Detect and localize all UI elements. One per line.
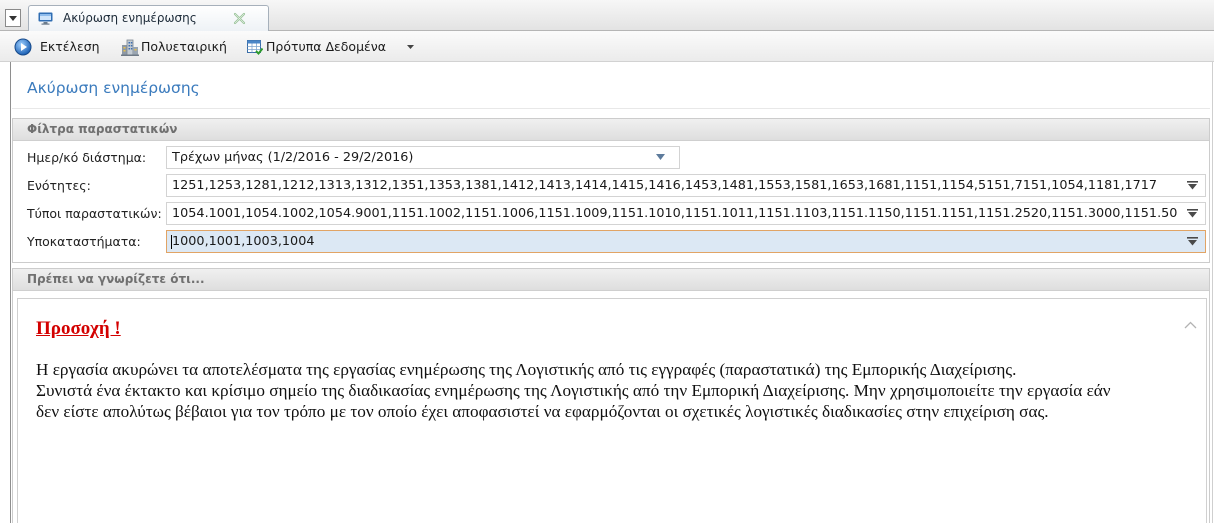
multi-select-icon[interactable]	[1187, 237, 1198, 246]
document-types-field[interactable]: 1054.1001,1054.1002,1054.9001,1151.1002,…	[166, 202, 1206, 225]
document-types-value: 1054.1001,1054.1002,1054.9001,1151.1002,…	[172, 206, 1178, 221]
play-icon	[14, 38, 32, 55]
info-panel-header: Πρέπει να γνωρίζετε ότι...	[13, 269, 1209, 291]
sections-field[interactable]: 1251,1253,1281,1212,1313,1312,1351,1353,…	[166, 174, 1206, 197]
data-templates-button[interactable]: Πρότυπα Δεδομένα	[247, 36, 386, 57]
sections-value: 1251,1253,1281,1212,1313,1312,1351,1353,…	[172, 178, 1158, 193]
app-window: Ακύρωση ενημέρωσης Εκτέλεση Πολυεταιρική…	[0, 0, 1214, 523]
branches-row: Υποκαταστήματα: 1000,1001,1003,1004	[13, 230, 1209, 254]
table-icon	[247, 39, 263, 55]
info-text-line: δεν είστε απολύτως βέβαιοι για τον τρόπο…	[36, 402, 1049, 421]
date-range-dropdown[interactable]: Τρέχων μήνας (1/2/2016 - 29/2/2016)	[166, 146, 680, 169]
filters-panel-header: Φίλτρα παραστατικών	[13, 119, 1209, 141]
branches-field[interactable]: 1000,1001,1003,1004	[166, 230, 1206, 253]
branches-label: Υποκαταστήματα:	[27, 234, 141, 249]
title-divider	[12, 108, 1210, 109]
chevron-down-icon	[9, 15, 17, 21]
multi-select-icon[interactable]	[1187, 181, 1198, 190]
tab-list-button[interactable]	[5, 9, 21, 27]
document-types-label: Τύποι παραστατικών:	[27, 206, 162, 221]
chevron-down-icon	[406, 45, 414, 49]
toolbar: Εκτέλεση Πολυεταιρική Πρότυπα Δεδομένα	[0, 31, 1214, 62]
document-types-row: Τύποι παραστατικών: 1054.1001,1054.1002,…	[13, 202, 1209, 226]
multi-company-button[interactable]: Πολυεταιρική	[121, 36, 227, 57]
data-templates-label: Πρότυπα Δεδομένα	[266, 39, 387, 54]
window-right-border	[1212, 62, 1213, 523]
branches-value: 1000,1001,1003,1004	[172, 234, 315, 249]
data-templates-dropdown-button[interactable]	[405, 43, 415, 51]
dropdown-arrow-icon[interactable]	[656, 154, 665, 160]
info-panel: Πρέπει να γνωρίζετε ότι... Προσοχή ! Η ε…	[12, 268, 1210, 523]
sections-row: Ενότητες: 1251,1253,1281,1212,1313,1312,…	[13, 174, 1209, 198]
scroll-up-icon[interactable]	[1184, 321, 1197, 329]
run-label: Εκτέλεση	[40, 39, 100, 54]
close-icon[interactable]	[233, 12, 246, 25]
multi-company-label: Πολυεταιρική	[141, 39, 227, 54]
monitor-icon	[38, 12, 53, 25]
building-icon	[121, 39, 139, 56]
filters-panel: Φίλτρα παραστατικών Ημερ/κό διάστημα: Τρ…	[12, 118, 1210, 263]
date-range-row: Ημερ/κό διάστημα: Τρέχων μήνας (1/2/2016…	[13, 146, 1209, 170]
info-text-line: Συνιστά ένα έκτακτο και κρίσιμο σημείο τ…	[36, 381, 1111, 400]
text-caret	[171, 235, 172, 249]
run-button[interactable]: Εκτέλεση	[14, 36, 100, 57]
date-range-label: Ημερ/κό διάστημα:	[27, 150, 147, 165]
multi-select-icon[interactable]	[1187, 209, 1198, 218]
window-left-border	[10, 62, 11, 523]
sections-label: Ενότητες:	[27, 178, 91, 193]
tab-bar: Ακύρωση ενημέρωσης	[0, 0, 1214, 31]
page-title: Ακύρωση ενημέρωσης	[27, 79, 200, 97]
info-text-line: Η εργασία ακυρώνει τα αποτελέσματα της ε…	[36, 360, 1017, 379]
warning-title: Προσοχή !	[36, 318, 121, 339]
info-content: Προσοχή ! Η εργασία ακυρώνει τα αποτελέσ…	[17, 298, 1207, 523]
tab-cancel-update[interactable]: Ακύρωση ενημέρωσης	[28, 5, 269, 31]
date-range-value: Τρέχων μήνας (1/2/2016 - 29/2/2016)	[172, 150, 414, 165]
tab-label: Ακύρωση ενημέρωσης	[63, 11, 197, 25]
